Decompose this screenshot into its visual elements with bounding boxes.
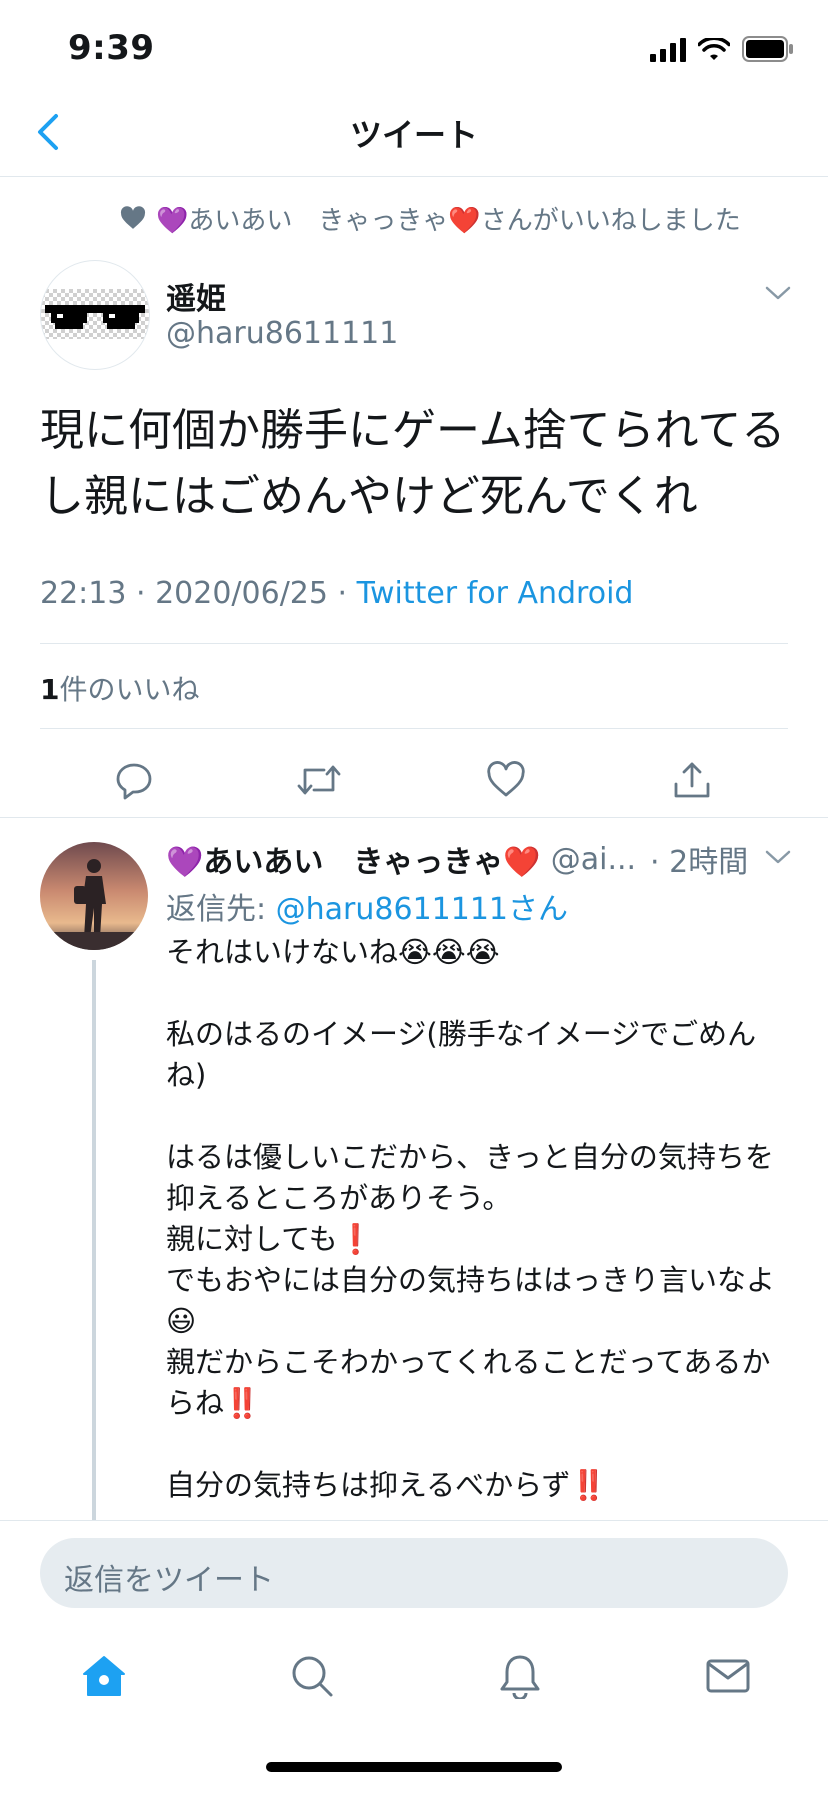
chevron-down-icon[interactable] [764,284,792,302]
reply-button[interactable] [106,752,162,808]
reply-compose-input[interactable]: 返信をツイート [40,1538,788,1608]
sunglasses-avatar-image [41,289,149,339]
share-icon [674,762,710,798]
reply-line: 親だからこそわかってくれることだってあるからね‼️ [166,1345,771,1420]
divider [0,817,828,818]
author-name[interactable]: 遥姫 [166,274,226,318]
status-icons [650,34,794,62]
page-title: ツイート [349,116,478,154]
tweet-timestamp: 22:13 · 2020/06/25 · [40,576,357,611]
reply-to: 返信先: @haru8611111さん [166,884,568,928]
search-icon [292,1656,333,1697]
likes-label: 件のいいね [59,673,200,706]
likes-number: 1 [40,673,60,706]
share-button[interactable] [664,752,720,808]
tab-search[interactable] [284,1648,340,1704]
reply-line: 私のはるのイメージ(勝手なイメージでごめんね) [166,1017,757,1092]
reply-text: それはいけないね😭😭😭 私のはるのイメージ(勝手なイメージでごめんね) はるは優… [166,932,786,1506]
retweet-button[interactable] [291,752,347,808]
bell-icon [500,1655,540,1699]
home-icon [83,1656,125,1696]
battery-icon [742,36,793,62]
chevron-down-icon[interactable] [764,848,792,866]
reply-avatar[interactable] [40,842,148,950]
reply-line: それはいけないね😭😭😭 [166,935,500,969]
likes-count[interactable]: 1件のいいね [40,668,200,708]
reply-author-name[interactable]: 💜あいあい きゃっきゃ❤️ [166,837,541,881]
reply-time: · 2時間 [650,845,749,880]
home-indicator [266,1762,562,1772]
tab-messages[interactable] [700,1648,756,1704]
avatar[interactable] [40,260,150,370]
tweet-meta: 22:13 · 2020/06/25 · Twitter for Android [40,576,633,611]
compose-placeholder: 返信をツイート [64,1563,274,1598]
status-time: 9:39 [68,28,155,68]
reply-line: 親に対しても❗️ [166,1222,374,1256]
tweet-text: 現に何個か勝手にゲーム捨てられてるし親にはごめんやけど死んでくれ [40,405,786,522]
signal-icon [650,38,686,62]
heart-icon [120,206,146,229]
reply-to-handle-link[interactable]: @haru8611111さん [276,892,568,927]
silhouette-sunset-avatar-image [40,842,148,950]
tweet-client-link[interactable]: Twitter for Android [357,576,634,611]
tab-home[interactable] [76,1648,132,1704]
nav-header: ツイート [0,88,828,177]
reply-blank-line [166,973,786,1014]
reply-to-label: 返信先: [166,892,276,927]
reply-author-handle[interactable]: @ai... [551,842,636,877]
wifi-icon [698,38,730,60]
reply-line: はるは優しいこだから、きっと自分の気持ちを抑えるところがありそう。 [166,1140,774,1215]
mail-icon [706,1659,750,1693]
liked-by-text: 💜あいあい きゃっきゃ❤️さんがいいねしました [156,205,741,236]
reply-blank-line [166,1096,786,1137]
divider [40,643,788,644]
reply-blank-line [166,1424,786,1465]
thread-line [92,960,96,1520]
tab-notifications[interactable] [492,1648,548,1704]
liked-by-row[interactable]: 💜あいあい きゃっきゃ❤️さんがいいねしました [120,198,741,238]
like-button[interactable] [478,752,534,808]
retweet-icon [297,765,341,795]
author-handle[interactable]: @haru8611111 [166,316,398,351]
divider [40,728,788,729]
heart-icon [487,761,525,797]
reply-header: 💜あいあい きゃっきゃ❤️ @ai... · 2時間 [166,836,786,882]
reply-line: 自分の気持ちは抑えるべからず‼️ [166,1468,607,1502]
comment-icon [116,763,152,800]
reply-line: でもおやには自分の気持ちははっきり言いなよ😃 [166,1263,776,1338]
